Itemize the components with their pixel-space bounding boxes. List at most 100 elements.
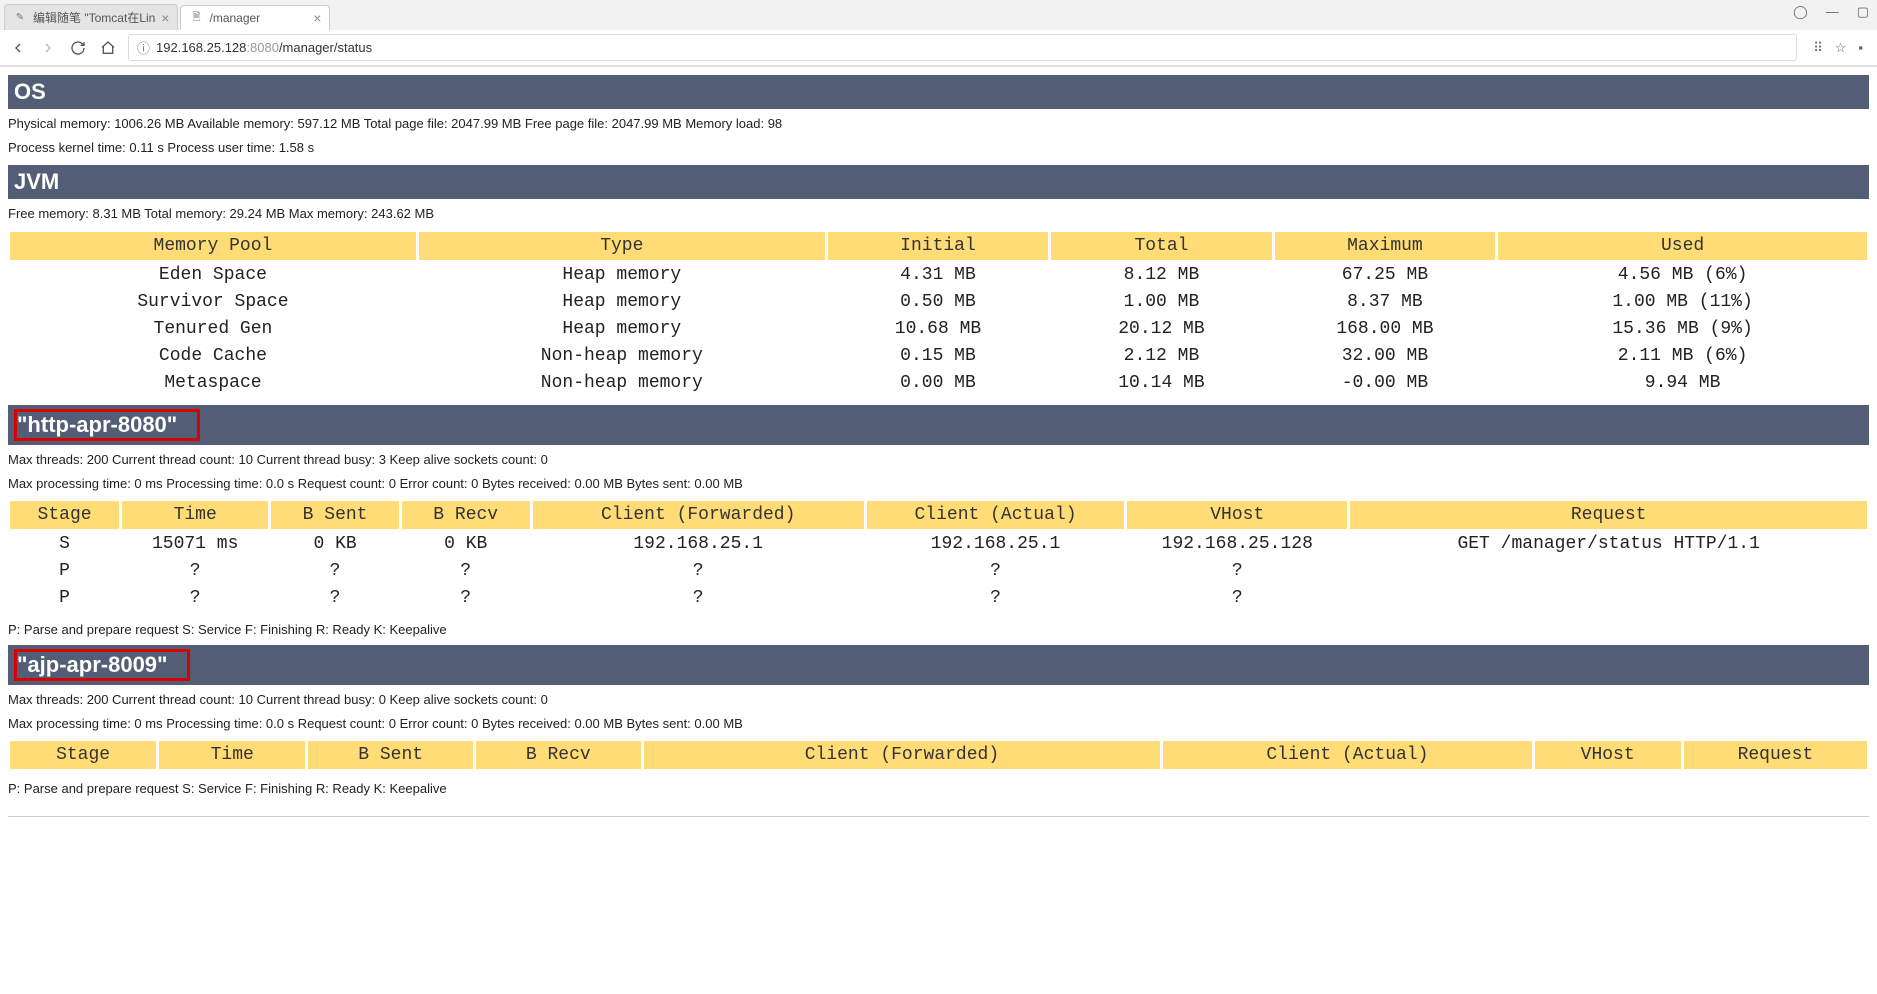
col-brecv: B Recv — [401, 500, 531, 530]
table-cell: ? — [1126, 558, 1348, 584]
tab-favicon-icon: ✎ — [13, 11, 27, 25]
ajp-section-header: "ajp-apr-8009" — [8, 645, 1869, 685]
table-cell: 9.94 MB — [1497, 370, 1868, 396]
back-button[interactable] — [8, 38, 28, 58]
col-bsent: B Sent — [307, 740, 474, 770]
table-cell: S — [9, 531, 120, 557]
table-cell: 192.168.25.128 — [1126, 531, 1348, 557]
table-cell: Eden Space — [9, 262, 417, 288]
http-connector-name: "http-apr-8080" — [14, 409, 200, 441]
tab-favicon-icon: 🗎 — [189, 11, 203, 25]
ajp-connector-name: "ajp-apr-8009" — [14, 649, 190, 681]
table-cell: GET /manager/status HTTP/1.1 — [1349, 531, 1868, 557]
table-cell: 15.36 MB (9%) — [1497, 316, 1868, 342]
http-section-header: "http-apr-8080" — [8, 405, 1869, 445]
table-row: Tenured GenHeap memory10.68 MB20.12 MB16… — [9, 316, 1868, 342]
tab-inactive[interactable]: ✎ 编辑随笔 "Tomcat在Lin × — [4, 4, 178, 30]
table-cell: Tenured Gen — [9, 316, 417, 342]
table-cell: 4.56 MB (6%) — [1497, 262, 1868, 288]
col-total: Total — [1050, 231, 1272, 261]
col-stage: Stage — [9, 740, 157, 770]
table-cell: -0.00 MB — [1274, 370, 1496, 396]
table-row: P?????? — [9, 585, 1868, 611]
table-row: Survivor SpaceHeap memory0.50 MB1.00 MB8… — [9, 289, 1868, 315]
col-vhost: VHost — [1534, 740, 1682, 770]
table-cell: 67.25 MB — [1274, 262, 1496, 288]
browser-chrome: ◯ — ▢ ✎ 编辑随笔 "Tomcat在Lin × 🗎 /manager × … — [0, 0, 1877, 67]
table-cell: 32.00 MB — [1274, 343, 1496, 369]
table-cell: 192.168.25.1 — [532, 531, 865, 557]
tab-strip: ✎ 编辑随笔 "Tomcat在Lin × 🗎 /manager × — [0, 0, 1877, 30]
table-cell: ? — [401, 585, 531, 611]
col-type: Type — [418, 231, 826, 261]
table-cell: 192.168.25.1 — [866, 531, 1125, 557]
url-path: /manager/status — [279, 40, 372, 55]
http-stage-legend: P: Parse and prepare request S: Service … — [8, 622, 1869, 637]
table-cell: Metaspace — [9, 370, 417, 396]
close-icon[interactable]: × — [313, 10, 321, 26]
os-info-line-2: Process kernel time: 0.11 s Process user… — [8, 139, 1869, 157]
col-initial: Initial — [827, 231, 1049, 261]
addr-bar-right-icons: ⠿ ☆ ▪ — [1807, 40, 1869, 56]
col-vhost: VHost — [1126, 500, 1348, 530]
table-cell: ? — [532, 558, 865, 584]
star-icon[interactable]: ☆ — [1835, 40, 1847, 56]
col-client-actual: Client (Actual) — [866, 500, 1125, 530]
col-time: Time — [121, 500, 269, 530]
table-header-row: Stage Time B Sent B Recv Client (Forward… — [9, 500, 1868, 530]
table-cell: ? — [866, 558, 1125, 584]
table-row: S15071 ms0 KB0 KB192.168.25.1192.168.25.… — [9, 531, 1868, 557]
table-cell — [1349, 558, 1868, 584]
url-port: :8080 — [246, 40, 279, 55]
jvm-section-header: JVM — [8, 165, 1869, 199]
table-cell: 8.37 MB — [1274, 289, 1496, 315]
jvm-memory-table: Memory Pool Type Initial Total Maximum U… — [8, 230, 1869, 397]
close-icon[interactable]: × — [161, 10, 169, 26]
extension-icon[interactable]: ▪ — [1858, 40, 1863, 56]
table-cell: ? — [270, 558, 400, 584]
http-info-line-1: Max threads: 200 Current thread count: 1… — [8, 451, 1869, 469]
ajp-threads-table: Stage Time B Sent B Recv Client (Forward… — [8, 739, 1869, 771]
os-info-line-1: Physical memory: 1006.26 MB Available me… — [8, 115, 1869, 133]
col-request: Request — [1683, 740, 1868, 770]
minimize-button[interactable]: — — [1826, 4, 1839, 20]
http-threads-table: Stage Time B Sent B Recv Client (Forward… — [8, 499, 1869, 612]
table-cell: 168.00 MB — [1274, 316, 1496, 342]
reload-button[interactable] — [68, 38, 88, 58]
table-cell: 4.31 MB — [827, 262, 1049, 288]
table-cell: 2.11 MB (6%) — [1497, 343, 1868, 369]
table-cell: 15071 ms — [121, 531, 269, 557]
table-cell: Non-heap memory — [418, 370, 826, 396]
http-info-line-2: Max processing time: 0 ms Processing tim… — [8, 475, 1869, 493]
user-icon[interactable]: ◯ — [1793, 4, 1808, 20]
table-cell: Heap memory — [418, 289, 826, 315]
table-cell: 1.00 MB (11%) — [1497, 289, 1868, 315]
table-cell: ? — [121, 558, 269, 584]
window-controls: ◯ — ▢ — [1793, 4, 1869, 20]
translate-icon[interactable]: ⠿ — [1813, 40, 1823, 56]
info-icon: ⓘ — [137, 38, 150, 57]
table-cell: 0 KB — [270, 531, 400, 557]
url-input[interactable]: ⓘ 192.168.25.128:8080/manager/status — [128, 34, 1797, 61]
table-row: Eden SpaceHeap memory4.31 MB8.12 MB67.25… — [9, 262, 1868, 288]
tab-title: 编辑随笔 "Tomcat在Lin — [33, 9, 155, 26]
table-cell: 10.14 MB — [1050, 370, 1272, 396]
ajp-info-line-2: Max processing time: 0 ms Processing tim… — [8, 715, 1869, 733]
footer-divider — [8, 816, 1869, 817]
tab-active[interactable]: 🗎 /manager × — [180, 5, 330, 30]
col-time: Time — [158, 740, 306, 770]
col-client-fwd: Client (Forwarded) — [532, 500, 865, 530]
os-section-header: OS — [8, 75, 1869, 109]
url-host: 192.168.25.128 — [156, 40, 246, 55]
home-button[interactable] — [98, 38, 118, 58]
table-cell: 1.00 MB — [1050, 289, 1272, 315]
table-cell: ? — [866, 585, 1125, 611]
col-stage: Stage — [9, 500, 120, 530]
table-cell: Survivor Space — [9, 289, 417, 315]
table-cell: 0.00 MB — [827, 370, 1049, 396]
forward-button[interactable] — [38, 38, 58, 58]
maximize-button[interactable]: ▢ — [1857, 4, 1869, 20]
col-client-fwd: Client (Forwarded) — [643, 740, 1162, 770]
table-cell: ? — [401, 558, 531, 584]
table-row: Code CacheNon-heap memory0.15 MB2.12 MB3… — [9, 343, 1868, 369]
